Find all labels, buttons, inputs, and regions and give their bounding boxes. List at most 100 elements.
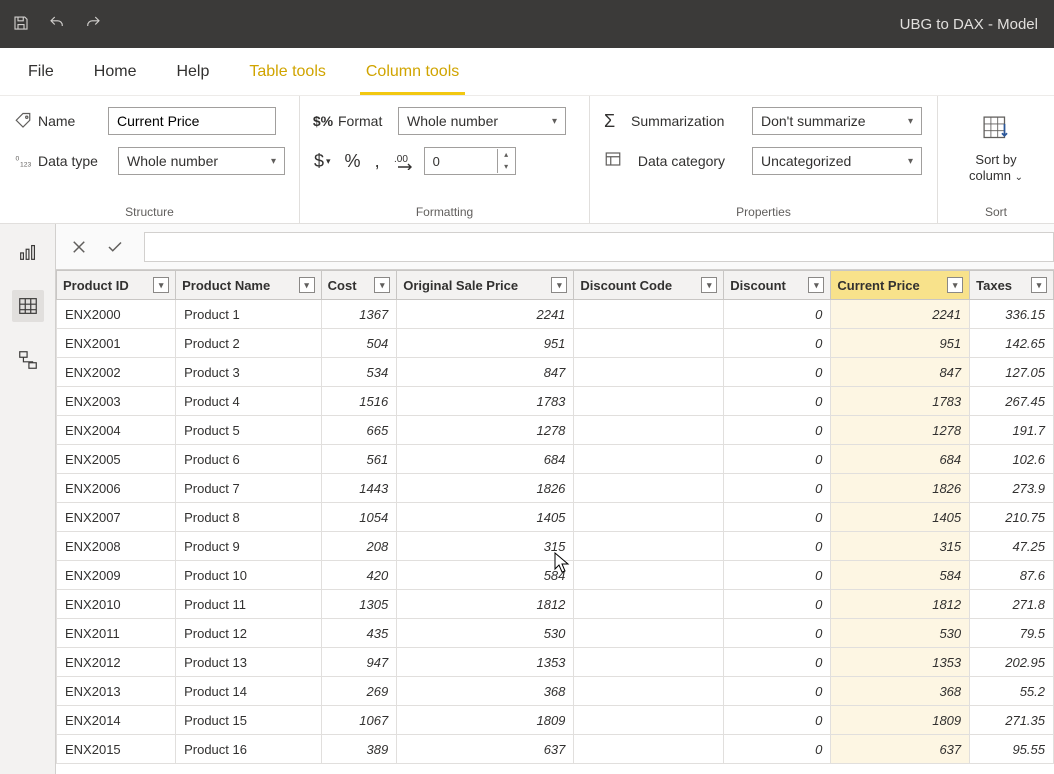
table-row[interactable]: ENX2000Product 11367224102241336.15 [57, 300, 1054, 329]
cell-current_price[interactable]: 1812 [831, 590, 970, 619]
cell-discount[interactable]: 0 [724, 677, 831, 706]
decimal-places-spinner[interactable]: 0 ▴▾ [424, 147, 516, 175]
cell-discount[interactable]: 0 [724, 619, 831, 648]
cell-product_name[interactable]: Product 4 [176, 387, 322, 416]
cell-current_price[interactable]: 847 [831, 358, 970, 387]
cell-cost[interactable]: 1516 [321, 387, 397, 416]
table-row[interactable]: ENX2010Product 111305181201812271.8 [57, 590, 1054, 619]
cell-discount[interactable]: 0 [724, 387, 831, 416]
cell-product_id[interactable]: ENX2009 [57, 561, 176, 590]
cell-discount_code[interactable] [574, 416, 724, 445]
cell-original_sale_price[interactable]: 368 [397, 677, 574, 706]
cell-product_name[interactable]: Product 2 [176, 329, 322, 358]
cell-current_price[interactable]: 1405 [831, 503, 970, 532]
cell-taxes[interactable]: 142.65 [970, 329, 1054, 358]
table-row[interactable]: ENX2014Product 151067180901809271.35 [57, 706, 1054, 735]
summarization-combo[interactable]: Don't summarize ▾ [752, 107, 922, 135]
cell-discount[interactable]: 0 [724, 358, 831, 387]
cell-taxes[interactable]: 267.45 [970, 387, 1054, 416]
cell-discount[interactable]: 0 [724, 329, 831, 358]
cell-original_sale_price[interactable]: 2241 [397, 300, 574, 329]
cell-original_sale_price[interactable]: 684 [397, 445, 574, 474]
table-row[interactable]: ENX2006Product 71443182601826273.9 [57, 474, 1054, 503]
cell-cost[interactable]: 1367 [321, 300, 397, 329]
cell-discount_code[interactable] [574, 590, 724, 619]
cell-current_price[interactable]: 1278 [831, 416, 970, 445]
cell-discount[interactable]: 0 [724, 648, 831, 677]
cell-discount_code[interactable] [574, 300, 724, 329]
table-row[interactable]: ENX2009Product 10420584058487.6 [57, 561, 1054, 590]
cell-product_id[interactable]: ENX2007 [57, 503, 176, 532]
cell-original_sale_price[interactable]: 584 [397, 561, 574, 590]
cell-original_sale_price[interactable]: 530 [397, 619, 574, 648]
commit-formula-button[interactable] [102, 234, 128, 260]
cell-taxes[interactable]: 55.2 [970, 677, 1054, 706]
column-header-discount[interactable]: Discount▾ [724, 271, 831, 300]
cell-cost[interactable]: 435 [321, 619, 397, 648]
cell-taxes[interactable]: 271.8 [970, 590, 1054, 619]
table-row[interactable]: ENX2004Product 5665127801278191.7 [57, 416, 1054, 445]
cell-product_name[interactable]: Product 1 [176, 300, 322, 329]
cell-product_id[interactable]: ENX2002 [57, 358, 176, 387]
cell-discount[interactable]: 0 [724, 474, 831, 503]
data-view-button[interactable] [12, 290, 44, 322]
tab-help[interactable]: Help [156, 48, 229, 95]
cell-cost[interactable]: 1054 [321, 503, 397, 532]
cell-current_price[interactable]: 951 [831, 329, 970, 358]
decimal-button[interactable]: .00 [394, 152, 416, 170]
table-row[interactable]: ENX2001Product 25049510951142.65 [57, 329, 1054, 358]
column-header-current_price[interactable]: Current Price▾ [831, 271, 970, 300]
column-header-taxes[interactable]: Taxes▾ [970, 271, 1054, 300]
cell-product_id[interactable]: ENX2011 [57, 619, 176, 648]
cell-discount[interactable]: 0 [724, 445, 831, 474]
cell-current_price[interactable]: 684 [831, 445, 970, 474]
filter-dropdown-icon[interactable]: ▾ [1031, 277, 1047, 293]
filter-dropdown-icon[interactable]: ▾ [153, 277, 169, 293]
datatype-combo[interactable]: Whole number ▾ [118, 147, 285, 175]
cell-discount[interactable]: 0 [724, 590, 831, 619]
cell-taxes[interactable]: 191.7 [970, 416, 1054, 445]
cell-product_name[interactable]: Product 8 [176, 503, 322, 532]
percent-button[interactable]: % [345, 151, 361, 172]
format-combo[interactable]: Whole number ▾ [398, 107, 566, 135]
name-input[interactable] [108, 107, 276, 135]
table-row[interactable]: ENX2003Product 41516178301783267.45 [57, 387, 1054, 416]
cell-product_id[interactable]: ENX2000 [57, 300, 176, 329]
formula-input[interactable] [144, 232, 1054, 262]
cell-cost[interactable]: 420 [321, 561, 397, 590]
tab-home[interactable]: Home [74, 48, 157, 95]
spinner-up-icon[interactable]: ▴ [498, 149, 515, 161]
cell-original_sale_price[interactable]: 847 [397, 358, 574, 387]
cell-discount[interactable]: 0 [724, 706, 831, 735]
cell-product_name[interactable]: Product 12 [176, 619, 322, 648]
cell-discount[interactable]: 0 [724, 416, 831, 445]
cell-product_name[interactable]: Product 10 [176, 561, 322, 590]
cell-product_id[interactable]: ENX2005 [57, 445, 176, 474]
cell-product_id[interactable]: ENX2010 [57, 590, 176, 619]
cell-product_name[interactable]: Product 7 [176, 474, 322, 503]
cell-product_id[interactable]: ENX2003 [57, 387, 176, 416]
cell-discount_code[interactable] [574, 358, 724, 387]
column-header-product_id[interactable]: Product ID▾ [57, 271, 176, 300]
cell-product_id[interactable]: ENX2012 [57, 648, 176, 677]
cell-taxes[interactable]: 95.55 [970, 735, 1054, 764]
column-header-original_sale_price[interactable]: Original Sale Price▾ [397, 271, 574, 300]
cell-discount_code[interactable] [574, 706, 724, 735]
cell-discount_code[interactable] [574, 503, 724, 532]
filter-dropdown-icon[interactable]: ▾ [947, 277, 963, 293]
cell-current_price[interactable]: 1783 [831, 387, 970, 416]
cell-product_id[interactable]: ENX2008 [57, 532, 176, 561]
tab-table-tools[interactable]: Table tools [229, 48, 346, 95]
filter-dropdown-icon[interactable]: ▾ [551, 277, 567, 293]
cell-discount_code[interactable] [574, 445, 724, 474]
cell-discount[interactable]: 0 [724, 503, 831, 532]
cell-discount_code[interactable] [574, 648, 724, 677]
cell-current_price[interactable]: 368 [831, 677, 970, 706]
report-view-button[interactable] [12, 236, 44, 268]
cell-discount[interactable]: 0 [724, 532, 831, 561]
cell-original_sale_price[interactable]: 1826 [397, 474, 574, 503]
cell-discount[interactable]: 0 [724, 561, 831, 590]
cell-product_name[interactable]: Product 5 [176, 416, 322, 445]
data-category-combo[interactable]: Uncategorized ▾ [752, 147, 922, 175]
cell-current_price[interactable]: 530 [831, 619, 970, 648]
